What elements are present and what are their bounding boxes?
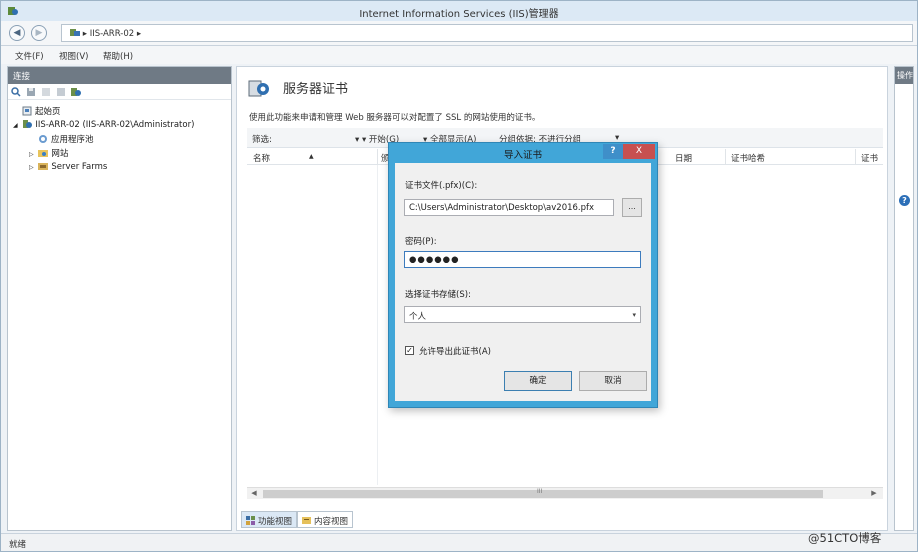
- window-title: Internet Information Services (IIS)管理器: [359, 9, 559, 20]
- refresh-icon[interactable]: [56, 87, 66, 97]
- allow-export-label[interactable]: 允许导出此证书(A): [419, 345, 491, 357]
- scroll-grip: III: [537, 488, 543, 495]
- menu-view[interactable]: 视图(V): [59, 50, 88, 62]
- scroll-right-icon[interactable]: ▶: [869, 489, 879, 499]
- features-view-icon: [246, 516, 255, 525]
- column-name[interactable]: 名称: [253, 152, 270, 164]
- cert-file-input[interactable]: C:\Users\Administrator\Desktop\av2016.pf…: [404, 199, 614, 216]
- tree-item-sites[interactable]: ▷ 网站: [29, 147, 68, 159]
- tree-item-start-page[interactable]: 起始页: [22, 105, 61, 117]
- tree-item-server-farms[interactable]: ▷ Server Farms: [29, 161, 107, 172]
- import-certificate-dialog: 导入证书 ? X 证书文件(.pfx)(C): C:\Users\Adminis…: [388, 142, 658, 408]
- cert-store-select[interactable]: 个人 ▾: [404, 306, 641, 323]
- actions-panel: 操作 ?: [894, 66, 914, 531]
- folder-icon: [38, 150, 49, 157]
- help-icon[interactable]: ?: [899, 195, 910, 206]
- scroll-left-icon[interactable]: ◀: [249, 489, 259, 499]
- page-title: 服务器证书: [283, 82, 349, 97]
- menu-bar: 文件(F) 视图(V) 帮助(H): [1, 46, 917, 64]
- connections-toolbar: [8, 84, 231, 100]
- status-bar: 就绪: [1, 533, 917, 551]
- ok-button[interactable]: 确定: [504, 371, 572, 391]
- column-expiration-date[interactable]: 日期: [675, 152, 692, 164]
- actions-header: 操作: [895, 67, 913, 84]
- server-icon: [23, 120, 33, 128]
- dialog-help-button[interactable]: ?: [603, 144, 623, 159]
- address-separator-end[interactable]: ▸: [137, 29, 141, 39]
- browse-button[interactable]: ...: [622, 198, 642, 217]
- certificate-page-icon: [248, 80, 269, 97]
- connections-icon[interactable]: [71, 87, 81, 97]
- menu-file[interactable]: 文件(F): [15, 50, 44, 62]
- watermark: @51CTO博客: [808, 531, 882, 545]
- dialog-body: 证书文件(.pfx)(C): C:\Users\Administrator\De…: [395, 163, 651, 401]
- address-path[interactable]: ▸ IIS-ARR-02 ▸: [61, 24, 913, 42]
- cancel-button[interactable]: 取消: [579, 371, 647, 391]
- connections-header: 连接: [8, 67, 231, 84]
- address-separator: ▸: [82, 29, 87, 39]
- menu-help[interactable]: 帮助(H): [103, 50, 133, 62]
- tree-expand-closed-icon[interactable]: ▷: [29, 164, 34, 171]
- allow-export-checkbox[interactable]: ✓: [405, 346, 414, 355]
- tree-expand-closed-icon[interactable]: ▷: [29, 151, 34, 158]
- tree-item-server[interactable]: ◢ IIS-ARR-02 (IIS-ARR-02\Administrator): [13, 119, 194, 130]
- start-page-icon: [22, 106, 32, 116]
- scroll-thumb[interactable]: III: [263, 488, 823, 498]
- content-view-icon: [302, 517, 311, 524]
- sort-indicator-icon: ▲: [309, 153, 314, 160]
- view-tabs: 功能视图 内容视图: [237, 510, 889, 530]
- page-description: 使用此功能来申请和管理 Web 服务器可以对配置了 SSL 的网站使用的证书。: [249, 113, 541, 123]
- forward-button[interactable]: ▶: [31, 25, 47, 41]
- column-certificate-store[interactable]: 证书: [861, 152, 878, 164]
- dialog-close-button[interactable]: X: [623, 144, 655, 159]
- column-certificate-hash[interactable]: 证书哈希: [731, 152, 765, 164]
- address-server[interactable]: IIS-ARR-02: [90, 29, 134, 39]
- cert-store-label: 选择证书存储(S):: [405, 290, 471, 300]
- up-icon[interactable]: [41, 87, 51, 97]
- filter-label: 筛选:: [252, 135, 272, 145]
- chevron-down-icon: ▾: [632, 311, 636, 319]
- server-icon: [70, 29, 80, 36]
- save-icon[interactable]: [26, 87, 36, 97]
- status-text: 就绪: [9, 540, 27, 550]
- tab-content-view[interactable]: 内容视图: [297, 511, 354, 528]
- tree-expand-open-icon[interactable]: ◢: [13, 122, 18, 129]
- connections-panel: 连接 起始页 ◢ IIS-ARR-02 (IIS-ARR-02\Administ…: [7, 66, 232, 531]
- cert-file-label: 证书文件(.pfx)(C):: [405, 181, 478, 191]
- tree-item-app-pools[interactable]: 应用程序池: [38, 133, 94, 145]
- address-bar: ◀ ▶ ▸ IIS-ARR-02 ▸: [1, 21, 917, 46]
- back-button[interactable]: ◀: [9, 25, 25, 41]
- password-label: 密码(P):: [405, 237, 437, 247]
- horizontal-scrollbar[interactable]: ◀ III ▶: [247, 487, 883, 499]
- connect-icon[interactable]: [11, 87, 21, 97]
- app-pool-icon: [39, 135, 47, 143]
- title-bar: Internet Information Services (IIS)管理器: [1, 1, 917, 21]
- server-farm-icon: [38, 163, 49, 170]
- tab-features-view[interactable]: 功能视图: [241, 511, 298, 528]
- password-input[interactable]: ●●●●●●: [404, 251, 641, 268]
